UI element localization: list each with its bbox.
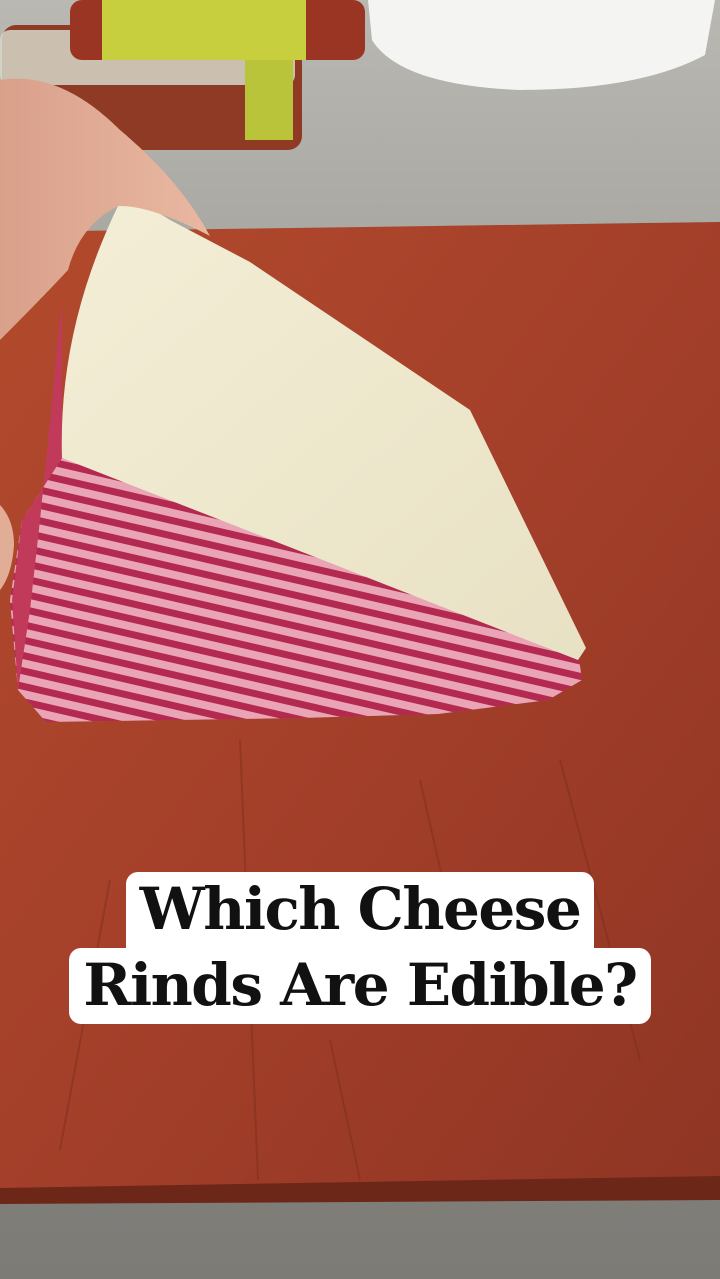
jar-label (102, 0, 306, 60)
photo-scene: Which Cheese Rinds Are Edible? (0, 0, 720, 1279)
container-label (245, 60, 293, 140)
caption-line-2: Rinds Are Edible? (69, 948, 651, 1024)
caption: Which Cheese Rinds Are Edible? (0, 872, 720, 1024)
cheese-photo (0, 0, 720, 1279)
caption-line-1: Which Cheese (125, 872, 595, 948)
